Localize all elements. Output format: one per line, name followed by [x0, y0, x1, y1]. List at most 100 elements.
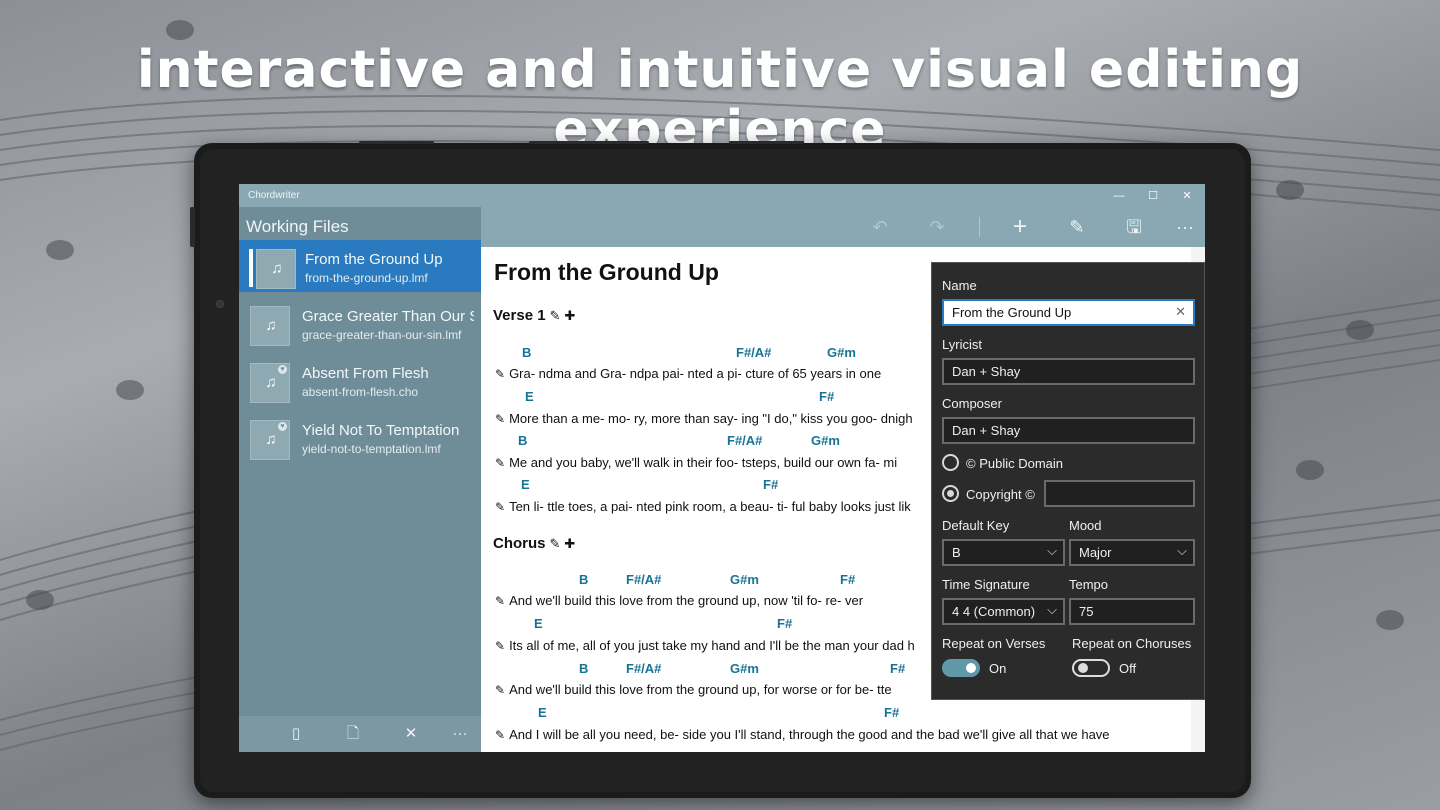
copyright-field[interactable]	[1044, 480, 1195, 507]
section-chorus: Chorus ✎ ✚	[493, 535, 575, 552]
tempo-label: Tempo	[1069, 577, 1109, 592]
name-label: Name	[942, 278, 977, 293]
minimize-button[interactable]: —	[1102, 187, 1136, 205]
edit-pencil-icon[interactable]: ✎	[495, 456, 505, 470]
file-path: grace-greater-than-our-sin.lmf	[302, 328, 462, 342]
chord[interactable]: G#m	[730, 661, 759, 676]
music-note-icon: ♫	[250, 306, 290, 346]
edit-pencil-icon[interactable]: ✎	[495, 367, 505, 381]
edit-pencil-icon[interactable]: ✎	[1065, 216, 1089, 238]
save-icon[interactable]: 🖫	[1122, 216, 1146, 238]
chevron-down-icon: ⌵	[1047, 543, 1057, 558]
lyric-line[interactable]: ✎ And I will be all you need, be- side yo…	[495, 727, 1110, 742]
clear-icon[interactable]: ✕	[1175, 304, 1186, 320]
lyric-line[interactable]: ✎ Its all of me, all of you just take my …	[495, 638, 915, 653]
more-icon[interactable]: ···	[448, 724, 472, 744]
chord[interactable]: E	[538, 705, 547, 720]
chord[interactable]: F#/A#	[727, 433, 762, 448]
lyricist-field[interactable]: Dan + Shay	[942, 358, 1195, 385]
composer-label: Composer	[942, 396, 1002, 411]
chord[interactable]: E	[525, 389, 534, 404]
lyric-line[interactable]: ✎ And we'll build this love from the grou…	[495, 682, 892, 697]
time-signature-label: Time Signature	[942, 577, 1030, 592]
repeat-verses-toggle[interactable]	[942, 659, 980, 677]
edit-pencil-icon[interactable]: ✎	[495, 500, 505, 514]
close-file-icon[interactable]: ✕	[399, 724, 423, 744]
edit-pencil-icon[interactable]: ✎	[495, 683, 505, 697]
edit-pencil-icon[interactable]: ✎	[495, 639, 505, 653]
chord[interactable]: F#	[840, 572, 855, 587]
name-field[interactable]: From the Ground Up ✕	[942, 299, 1195, 326]
repeat-choruses-toggle[interactable]	[1072, 659, 1110, 677]
sidebar-title: Working Files	[246, 217, 349, 236]
chord[interactable]: F#/A#	[736, 345, 771, 360]
default-key-label: Default Key	[942, 518, 1010, 533]
edit-pencil-icon[interactable]: ✎	[495, 594, 505, 608]
file-path: absent-from-flesh.cho	[302, 385, 419, 399]
copyright-radio[interactable]	[942, 485, 959, 502]
maximize-button[interactable]: ☐	[1136, 187, 1170, 205]
lyric-line[interactable]: ✎ Ten li- ttle toes, a pai- nted pink roo…	[495, 499, 911, 514]
redo-icon[interactable]: ↷	[925, 216, 949, 238]
undo-icon[interactable]: ↶	[868, 216, 892, 238]
chord[interactable]: B	[518, 433, 527, 448]
chord[interactable]: B	[579, 572, 588, 587]
chord[interactable]: G#m	[730, 572, 759, 587]
edit-pencil-icon[interactable]: ✎	[495, 412, 505, 426]
add-line-icon[interactable]: ✚	[564, 308, 575, 323]
lyricist-label: Lyricist	[942, 337, 982, 352]
lyric-line[interactable]: ✎ More than a me- mo- ry, more than say- …	[495, 411, 913, 426]
public-domain-radio[interactable]	[942, 454, 959, 471]
lyric-line[interactable]: ✎ Gra- ndma and Gra- ndpa pai- nted a pi-…	[495, 366, 881, 381]
music-note-icon: ♫ ♥	[250, 420, 290, 460]
file-item-from-the-ground-up[interactable]: ♫ From the Ground Up from-the-ground-up.…	[239, 240, 481, 292]
working-files-sidebar: Working Files ♫ From the Ground Up from-…	[239, 207, 481, 752]
chord[interactable]: G#m	[811, 433, 840, 448]
add-icon[interactable]: +	[1008, 215, 1032, 239]
chord[interactable]: F#	[884, 705, 899, 720]
chord[interactable]: G#m	[827, 345, 856, 360]
song-title: From the Ground Up	[494, 259, 719, 285]
file-name: From the Ground Up	[305, 251, 443, 268]
lyric-line[interactable]: ✎ And we'll build this love from the grou…	[495, 593, 863, 608]
chord[interactable]: F#	[819, 389, 834, 404]
composer-field[interactable]: Dan + Shay	[942, 417, 1195, 444]
tempo-field[interactable]: 75	[1069, 598, 1195, 625]
new-file-icon[interactable]: 🗋	[341, 724, 365, 744]
chord[interactable]: F#/A#	[626, 661, 661, 676]
section-verse-1: Verse 1 ✎ ✚	[493, 307, 575, 324]
repeat-choruses-state: Off	[1119, 661, 1137, 676]
chord[interactable]: F#	[777, 616, 792, 631]
edit-pencil-icon[interactable]: ✎	[550, 308, 561, 323]
file-name: Grace Greater Than Our Sin	[302, 308, 474, 325]
chord[interactable]: F#	[763, 477, 778, 492]
file-item-yield-not[interactable]: ♫ ♥ Yield Not To Temptation yield-not-to-…	[239, 411, 481, 463]
tablet-icon[interactable]: ▯	[284, 724, 308, 744]
edit-pencil-icon[interactable]: ✎	[550, 536, 561, 551]
lyric-line[interactable]: ✎ Me and you baby, we'll walk in their fo…	[495, 455, 897, 470]
chord[interactable]: E	[534, 616, 543, 631]
file-item-grace-greater[interactable]: ♫ Grace Greater Than Our Sin grace-great…	[239, 297, 481, 349]
toolbar-divider	[979, 217, 980, 237]
public-domain-label: © Public Domain	[966, 456, 1064, 471]
edit-pencil-icon[interactable]: ✎	[495, 728, 505, 742]
mood-select[interactable]: Major ⌵	[1069, 539, 1195, 566]
chord[interactable]: F#/A#	[626, 572, 661, 587]
add-line-icon[interactable]: ✚	[564, 536, 575, 551]
default-key-select[interactable]: B ⌵	[942, 539, 1065, 566]
chord[interactable]: B	[522, 345, 531, 360]
chord[interactable]: E	[521, 477, 530, 492]
file-name: Yield Not To Temptation	[302, 422, 460, 439]
chord[interactable]: F#	[890, 661, 905, 676]
file-item-absent-from-flesh[interactable]: ♫ ♥ Absent From Flesh absent-from-flesh.c…	[239, 354, 481, 406]
heart-badge-icon: ♥	[278, 365, 287, 374]
more-options-icon[interactable]: ···	[1173, 216, 1197, 238]
repeat-verses-state: On	[989, 661, 1007, 676]
file-name: Absent From Flesh	[302, 365, 429, 382]
camera-dot	[216, 300, 224, 308]
close-window-button[interactable]: ✕	[1170, 187, 1204, 205]
time-signature-select[interactable]: 4 4 (Common) ⌵	[942, 598, 1065, 625]
chord[interactable]: B	[579, 661, 588, 676]
copyright-label: Copyright ©	[966, 487, 1035, 502]
chevron-down-icon: ⌵	[1177, 543, 1187, 558]
